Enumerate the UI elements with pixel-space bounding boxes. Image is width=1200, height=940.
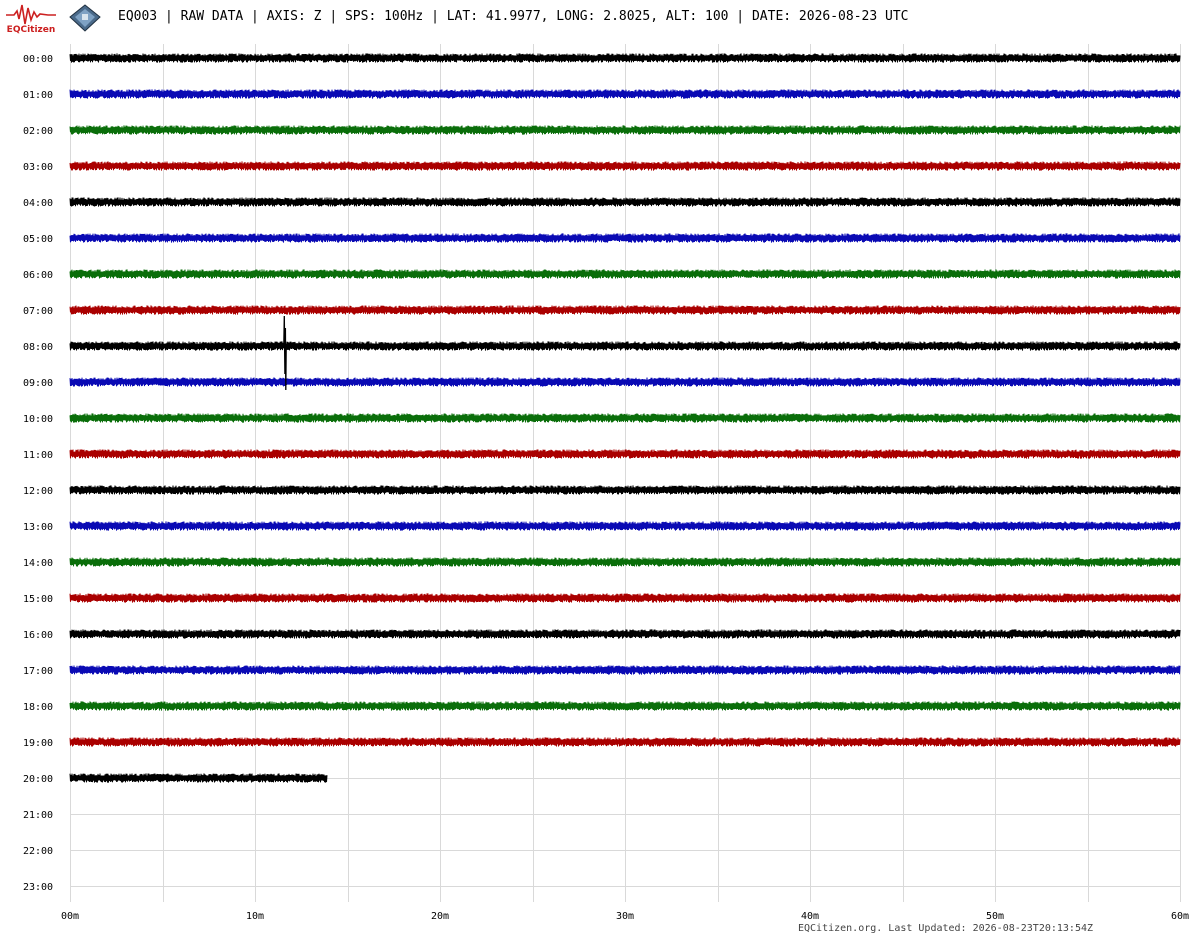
- trace-1100: [69, 449, 1181, 459]
- trace-0200: [69, 125, 1181, 135]
- hour-label: 21:00: [23, 810, 53, 821]
- x-tick-label: 00m: [61, 911, 79, 920]
- trace-1500: [69, 593, 1181, 603]
- hour-label: 11:00: [23, 450, 53, 461]
- hour-label: 16:00: [23, 630, 53, 641]
- last-updated-text: EQCitizen.org. Last Updated: 2026-08-23T…: [798, 923, 1094, 934]
- hour-label: 17:00: [23, 666, 53, 677]
- hour-label: 22:00: [23, 846, 53, 857]
- hour-label: 09:00: [23, 378, 53, 389]
- trace-1300: [69, 521, 1181, 531]
- helicorder-chart: 00:00 01:00 02:00 03:00 04:00 05:00 06:00 07:00…: [23, 44, 1189, 920]
- x-tick-label: 10m: [246, 911, 264, 920]
- trace-1000: [69, 413, 1181, 423]
- hour-label: 23:00: [23, 882, 53, 893]
- hour-label: 10:00: [23, 414, 53, 425]
- hour-label: 14:00: [23, 558, 53, 569]
- hour-label: 19:00: [23, 738, 53, 749]
- x-tick-label: 60m: [1171, 911, 1189, 920]
- hour-label: 02:00: [23, 126, 53, 137]
- hour-label: 05:00: [23, 234, 53, 245]
- x-tick-label: 50m: [986, 911, 1004, 920]
- hour-label: 03:00: [23, 162, 53, 173]
- hour-label: 00:00: [23, 54, 53, 65]
- hour-label: 20:00: [23, 774, 53, 785]
- hour-label: 06:00: [23, 270, 53, 281]
- trace-2000: [69, 773, 328, 783]
- hour-label: 15:00: [23, 594, 53, 605]
- hour-label: 07:00: [23, 306, 53, 317]
- x-tick-label: 40m: [801, 911, 819, 920]
- hour-label: 01:00: [23, 90, 53, 101]
- x-tick-label: 30m: [616, 911, 634, 920]
- hour-label: 08:00: [23, 342, 53, 353]
- hour-label: 18:00: [23, 702, 53, 713]
- hour-label: 04:00: [23, 198, 53, 209]
- hour-label: 13:00: [23, 522, 53, 533]
- x-tick-label: 20m: [431, 911, 449, 920]
- hour-label: 12:00: [23, 486, 53, 497]
- grid-layer: [70, 44, 1181, 902]
- trace-1700: [69, 665, 1181, 675]
- trace-0500: [69, 233, 1181, 243]
